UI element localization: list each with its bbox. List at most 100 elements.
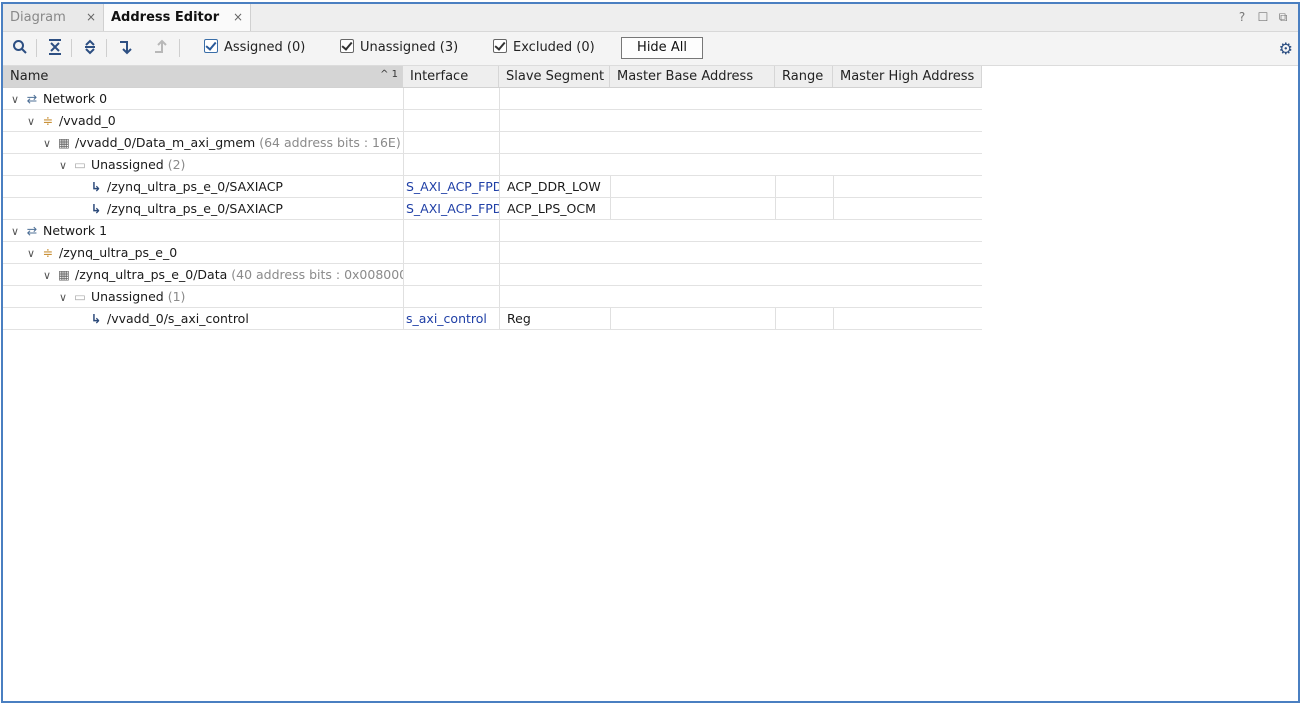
interface-cell[interactable] (403, 132, 499, 153)
master-high-address-cell (833, 242, 982, 263)
interface-cell[interactable] (403, 110, 499, 131)
table-row[interactable]: ∨ ⇄ Network 1 (3, 220, 982, 242)
sort-ascending-icon: ^ 1 (380, 69, 398, 80)
chevron-down-icon[interactable]: ∨ (57, 155, 69, 175)
table-header: Name ^ 1 Interface Slave Segment Master … (3, 66, 982, 88)
table-row[interactable]: ↳ /zynq_ultra_ps_e_0/SAXIACP S_AXI_ACP_FPD… (3, 176, 982, 198)
master-high-address-cell (833, 308, 982, 329)
chevron-down-icon[interactable]: ∨ (57, 287, 69, 307)
slave-segment-cell: ACP_DDR_LOW (499, 176, 610, 197)
float-icon[interactable]: ⧉ (1274, 4, 1292, 31)
segment-arrow-icon: ↳ (90, 179, 102, 194)
interface-cell[interactable]: S_AXI_ACP_FPD (403, 176, 499, 197)
slave-segment-cell (499, 154, 610, 175)
interface-cell[interactable] (403, 242, 499, 263)
name-cell: ∨ ⇄ Network 0 (9, 88, 403, 109)
range-cell (775, 242, 833, 263)
excluded-filter-label: Excluded (0) (513, 40, 595, 55)
slave-segment-cell: Reg (499, 308, 610, 329)
chevron-down-icon[interactable]: ∨ (9, 89, 21, 109)
column-header-label: Range (782, 69, 824, 84)
interface-cell[interactable] (403, 264, 499, 285)
master-high-address-cell (833, 154, 982, 175)
master-base-address-cell[interactable] (610, 176, 775, 197)
row-detail: (2) (167, 157, 186, 172)
excluded-filter-checkbox[interactable]: Excluded (0) (493, 39, 595, 57)
table-row[interactable]: ↳ /zynq_ultra_ps_e_0/SAXIACP S_AXI_ACP_FPD… (3, 198, 982, 220)
close-icon[interactable]: × (233, 4, 243, 31)
table-row[interactable]: ∨ ▦ /zynq_ultra_ps_e_0/Data (40 address b… (3, 264, 982, 286)
toolbar-divider (36, 39, 37, 57)
chevron-down-icon[interactable]: ∨ (41, 265, 53, 285)
restore-icon[interactable]: ☐ (1254, 4, 1272, 31)
column-header-range[interactable]: Range (775, 66, 833, 87)
range-cell (775, 110, 833, 131)
column-header-interface[interactable]: Interface (403, 66, 499, 87)
master-base-address-cell[interactable] (610, 308, 775, 329)
gear-icon[interactable]: ⚙ (1279, 39, 1293, 58)
range-cell[interactable] (775, 308, 833, 329)
table-row[interactable]: ∨ ≑ /vvadd_0 (3, 110, 982, 132)
name-cell: ∨ ≑ /vvadd_0 (25, 110, 403, 131)
toolbar-divider (71, 39, 72, 57)
expand-all-icon[interactable] (81, 39, 99, 57)
master-base-address-cell (610, 264, 775, 285)
interface-cell[interactable]: S_AXI_ACP_FPD (403, 198, 499, 219)
interface-cell[interactable] (403, 286, 499, 307)
slave-segment-cell (499, 286, 610, 307)
range-cell[interactable] (775, 198, 833, 219)
unassigned-filter-label: Unassigned (3) (360, 40, 459, 55)
row-name: /vvadd_0 (58, 113, 116, 128)
unassign-icon[interactable] (151, 39, 169, 57)
unassigned-filter-checkbox[interactable]: Unassigned (3) (340, 39, 458, 57)
chevron-down-icon[interactable]: ∨ (25, 243, 37, 263)
interface-cell[interactable] (403, 88, 499, 109)
row-detail: (40 address bits : 0x0080000000 [ 512M ]… (231, 267, 403, 282)
row-name: /zynq_ultra_ps_e_0 (58, 245, 178, 260)
collapse-all-icon[interactable] (46, 39, 64, 57)
table-row[interactable]: ∨ ▭ Unassigned (2) (3, 154, 982, 176)
column-header-master-high-address[interactable]: Master High Address (833, 66, 982, 87)
column-header-slave-segment[interactable]: Slave Segment (499, 66, 610, 87)
interface-cell[interactable] (403, 154, 499, 175)
chevron-down-icon[interactable]: ∨ (41, 133, 53, 153)
column-header-label: Interface (410, 69, 469, 84)
range-cell[interactable] (775, 176, 833, 197)
interface-cell[interactable] (403, 220, 499, 241)
range-cell (775, 154, 833, 175)
table-row[interactable]: ∨ ▭ Unassigned (1) (3, 286, 982, 308)
table-row[interactable]: ∨ ▦ /vvadd_0/Data_m_axi_gmem (64 address … (3, 132, 982, 154)
master-high-address-cell (833, 132, 982, 153)
row-name: /vvadd_0/Data_m_axi_gmem (74, 135, 256, 150)
table-row[interactable]: ↳ /vvadd_0/s_axi_control s_axi_control Reg (3, 308, 982, 330)
master-high-address-cell (833, 110, 982, 131)
table-row[interactable]: ∨ ⇄ Network 0 (3, 88, 982, 110)
assigned-filter-checkbox[interactable]: Assigned (0) (204, 39, 305, 57)
network-icon: ⇄ (26, 223, 38, 238)
column-header-label: Name (10, 69, 49, 84)
ip-block-icon: ≑ (42, 113, 54, 128)
table-row[interactable]: ∨ ≑ /zynq_ultra_ps_e_0 (3, 242, 982, 264)
chevron-down-icon[interactable]: ∨ (9, 221, 21, 241)
address-space-icon: ▦ (58, 267, 70, 282)
tab-bar: Diagram × Address Editor × ? ☐ ⧉ (3, 4, 1298, 32)
address-space-icon: ▦ (58, 135, 70, 150)
hide-all-button[interactable]: Hide All (621, 37, 703, 59)
assign-icon[interactable] (116, 39, 134, 57)
master-high-address-cell (833, 264, 982, 285)
search-icon[interactable] (11, 39, 29, 57)
chevron-down-icon[interactable]: ∨ (25, 111, 37, 131)
interface-cell[interactable]: s_axi_control (403, 308, 499, 329)
master-base-address-cell[interactable] (610, 198, 775, 219)
slave-segment-cell (499, 264, 610, 285)
tab-diagram[interactable]: Diagram × (3, 4, 104, 31)
master-base-address-cell (610, 88, 775, 109)
row-name: /zynq_ultra_ps_e_0/SAXIACP (106, 179, 283, 194)
row-name: Network 0 (42, 91, 108, 106)
help-icon[interactable]: ? (1233, 4, 1251, 31)
column-header-label: Master High Address (840, 69, 975, 84)
column-header-name[interactable]: Name ^ 1 (3, 66, 403, 87)
close-icon[interactable]: × (86, 4, 96, 31)
column-header-master-base-address[interactable]: Master Base Address (610, 66, 775, 87)
tab-address-editor[interactable]: Address Editor × (104, 4, 251, 31)
